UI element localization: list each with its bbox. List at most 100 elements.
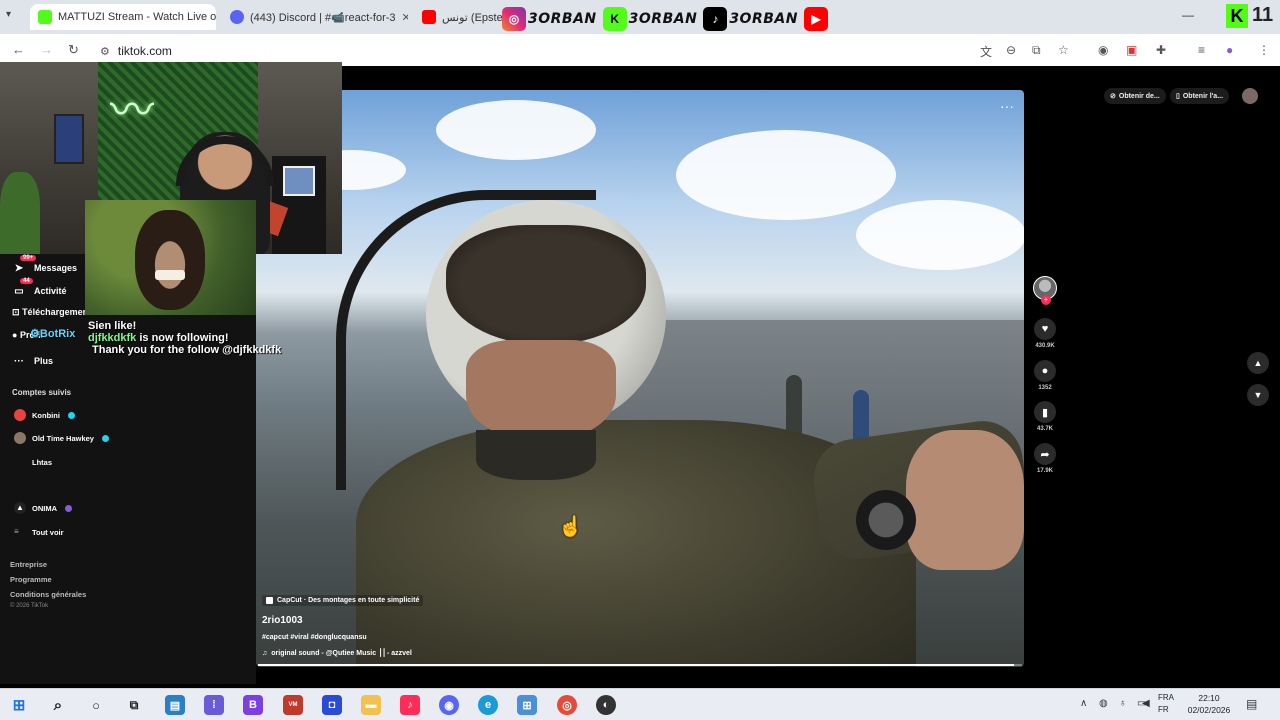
sidebar-item-messages[interactable]: ➤ 99+ Messages <box>12 255 77 275</box>
video-player[interactable]: ··· ☝ CapCut · Des montages en toute sim… <box>256 90 1024 667</box>
search-icon[interactable]: ⌕ <box>48 695 68 715</box>
cloud <box>676 130 896 220</box>
tray-expand-icon[interactable]: ∧ <box>1080 698 1087 709</box>
sidebar-item-activity[interactable]: ▭ 44 Activité <box>12 278 67 298</box>
windows-taskbar: ⊞ ⌕ ○ ⧉ ▤ ⁞ B VM ◘ ▬ ♪ ◉ e ⊞ ◎ ◐ ∧ ◍ ♁ ▭… <box>0 688 1280 720</box>
sidebar-item-upload[interactable]: ⊡ Téléchargement <box>12 307 91 318</box>
see-all-link[interactable]: ≡ Tout voir <box>14 526 64 538</box>
kick-logo-icon: K <box>1226 4 1248 28</box>
follow-plus-icon[interactable]: + <box>1041 295 1051 305</box>
browser-tab-bar: ▾ MATTUZI Stream - Watch Live o ✕ (443) … <box>0 0 1280 34</box>
previous-video-button[interactable]: ▲ <box>1247 352 1269 374</box>
tab-youtube[interactable]: تونس (Epstein <box>414 4 504 30</box>
user-icon: ● <box>12 330 18 340</box>
file-explorer-icon[interactable]: ▬ <box>361 695 381 715</box>
discord-app-icon[interactable]: ◉ <box>439 695 459 715</box>
url-field[interactable]: ⚙ tiktok.com <box>100 40 980 62</box>
store-icon[interactable]: ⊞ <box>517 695 537 715</box>
browser-menu-icon[interactable]: ⋮ <box>1258 43 1270 57</box>
share-button[interactable]: ➦ 17.9K <box>1032 443 1058 474</box>
tab-discord[interactable]: (443) Discord | #📹react-for-3 ✕ <box>222 4 408 30</box>
tab-mattuzi-stream[interactable]: MATTUZI Stream - Watch Live o ✕ <box>30 4 216 30</box>
helmet-visor <box>446 225 646 345</box>
profile-avatar[interactable] <box>1242 88 1258 104</box>
translate-icon[interactable]: 文 <box>980 43 992 60</box>
music-note-icon: ♫ <box>262 649 268 657</box>
footer-link-entreprise[interactable]: Entreprise <box>10 560 47 569</box>
input-language[interactable]: FRA FR <box>1158 692 1174 716</box>
comment-button[interactable]: ● 1352 <box>1032 360 1058 391</box>
obs-icon[interactable]: ◐ <box>596 695 616 715</box>
media-controls-icon[interactable]: ≡ <box>1198 43 1205 57</box>
oxygen-mask <box>476 430 596 480</box>
like-button[interactable]: ♥ 430.9K <box>1032 318 1058 349</box>
tiktok-handle: 3ORBAN <box>729 11 798 27</box>
apps-grid-icon[interactable]: ⁞ <box>204 695 224 715</box>
app-icon[interactable]: ▤ <box>165 695 185 715</box>
pilot-face <box>466 340 616 440</box>
followed-account-old-time-hawkey[interactable]: Old Time Hawkey <box>14 432 109 444</box>
extension-2-icon[interactable]: ▣ <box>1126 43 1137 57</box>
close-tab-icon[interactable]: ✕ <box>402 11 408 24</box>
zoom-icon[interactable]: ⊖ <box>1006 43 1016 57</box>
volume-icon[interactable]: ◀ <box>1142 698 1150 709</box>
footer-link-conditions[interactable]: Conditions générales <box>10 590 86 599</box>
account-name: Old Time Hawkey <box>32 433 94 443</box>
minimize-icon[interactable]: — <box>1182 8 1194 22</box>
forward-icon[interactable]: → <box>40 42 53 57</box>
video-author[interactable]: 2rio1003 <box>262 615 423 626</box>
youtube-favicon-icon <box>422 10 436 24</box>
cortana-icon[interactable]: ○ <box>86 695 106 715</box>
share-icon: ➦ <box>1034 443 1056 465</box>
neon-sign: 〰 <box>110 85 154 136</box>
extensions-puzzle-icon[interactable]: ✚ <box>1156 43 1166 57</box>
system-clock[interactable]: 22:10 02/02/2026 <box>1186 692 1232 716</box>
author-avatar-button[interactable]: + <box>1032 276 1058 305</box>
save-button[interactable]: ▮ 43.7K <box>1032 401 1058 432</box>
microphone-icon[interactable]: ♁ <box>1119 698 1127 709</box>
next-video-button[interactable]: ▼ <box>1247 384 1269 406</box>
video-hashtags[interactable]: #capcut #viral #donglucquansu <box>262 634 423 641</box>
task-view-icon[interactable]: ⧉ <box>124 695 144 715</box>
chimp-alert-image <box>85 200 256 315</box>
bereal-icon[interactable]: B <box>243 695 263 715</box>
bookmark-star-icon[interactable]: ☆ <box>1058 43 1069 57</box>
app-icon[interactable]: ◘ <box>322 695 342 715</box>
followed-account-lhtas[interactable]: Lhtas <box>14 456 52 468</box>
kick-favicon-icon <box>38 10 52 24</box>
site-info-icon[interactable]: ⚙ <box>100 45 110 58</box>
profile-avatar-icon[interactable]: ● <box>1226 43 1233 57</box>
coin-icon: ⊘ <box>1110 93 1116 100</box>
video-progress-bar[interactable] <box>258 664 1022 666</box>
alert-prefix: Sien like! <box>88 320 137 332</box>
get-app-button[interactable]: ▯ Obtenir l'a... <box>1170 88 1230 104</box>
followed-account-konbini[interactable]: Konbini <box>14 409 75 421</box>
capcut-label[interactable]: CapCut · Des montages en toute simplicit… <box>262 595 424 606</box>
footer-link-programme[interactable]: Programme <box>10 575 52 584</box>
sidebar-item-more[interactable]: ··· Plus <box>12 354 53 368</box>
tiktok-icon: ♪ <box>703 7 728 31</box>
back-icon[interactable]: ← <box>12 42 25 57</box>
tray-app-icon[interactable]: ◍ <box>1099 698 1108 709</box>
install-icon[interactable]: ⧉ <box>1032 43 1041 58</box>
see-all-label: Tout voir <box>32 527 64 537</box>
windows-start-icon[interactable]: ⊞ <box>9 695 29 715</box>
more-options-icon[interactable]: ··· <box>1000 98 1014 114</box>
deck-crew <box>786 375 802 435</box>
tab-search-icon[interactable]: ▾ <box>6 9 11 20</box>
chrome-icon[interactable]: ◎ <box>557 695 577 715</box>
followed-account-onima[interactable]: ▲ ONIMA <box>14 502 72 514</box>
get-coins-label: Obtenir de... <box>1118 92 1160 100</box>
voicemeeter-icon[interactable]: VM <box>283 695 303 715</box>
get-coins-button[interactable]: ⊘ Obtenir de... <box>1104 88 1166 104</box>
kick-handle: 3ORBAN <box>628 11 698 27</box>
tab-title: MATTUZI Stream - Watch Live o <box>58 11 216 23</box>
notification-center-icon[interactable]: ▤ <box>1246 697 1257 711</box>
extension-1-icon[interactable]: ◉ <box>1098 43 1108 57</box>
video-sound[interactable]: ♫ original sound - @Qutiee Music ⎟⎟ - az… <box>262 649 423 658</box>
tiktok-app-icon[interactable]: ♪ <box>400 695 420 715</box>
reload-icon[interactable]: ↻ <box>68 42 79 58</box>
video-info: CapCut · Des montages en toute simplicit… <box>262 595 424 658</box>
account-name: Lhtas <box>32 457 53 467</box>
edge-icon[interactable]: e <box>478 695 498 715</box>
